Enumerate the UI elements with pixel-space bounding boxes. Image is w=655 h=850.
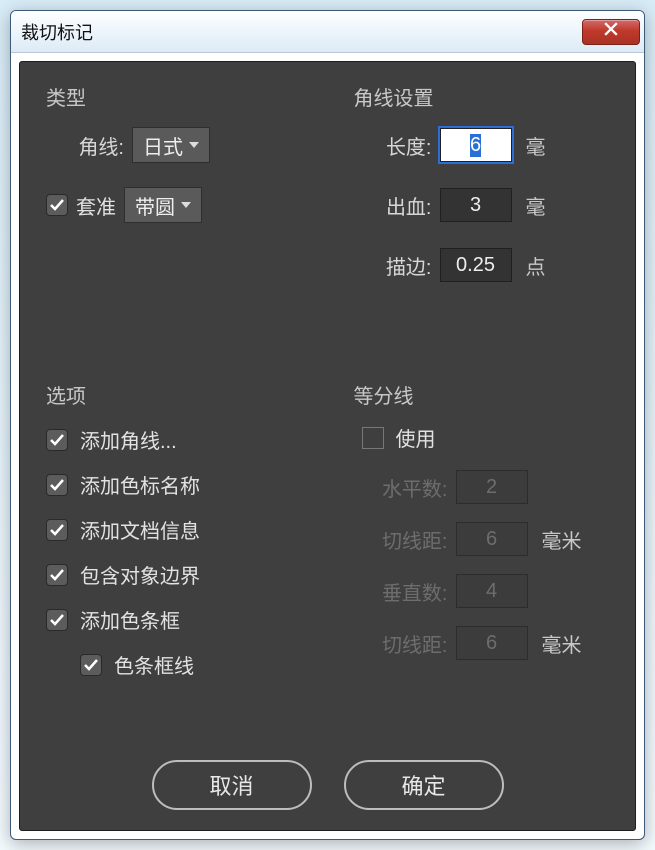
register-style-select[interactable]: 带圆: [124, 187, 202, 223]
stroke-unit: 点: [526, 251, 546, 280]
register-checkbox[interactable]: [46, 194, 68, 216]
dialog-body: 类型 角线: 日式 套准 带圆: [19, 61, 636, 831]
bleed-input[interactable]: [440, 188, 512, 222]
stroke-label: 描边:: [354, 251, 432, 280]
v-dist-input: [456, 626, 528, 660]
cancel-button[interactable]: 取消: [152, 760, 312, 810]
ok-button-label: 确定: [401, 769, 445, 801]
register-label: 套准: [76, 191, 116, 220]
include-bounds-checkbox[interactable]: [46, 564, 68, 586]
titlebar: 裁切标记: [11, 11, 644, 53]
h-count-input: [456, 470, 528, 504]
panel-title-corner-settings: 角线设置: [354, 82, 622, 111]
close-button[interactable]: [582, 19, 640, 45]
length-input[interactable]: [440, 128, 512, 162]
add-doc-info-label: 添加文档信息: [80, 515, 200, 544]
type-panel: 类型 角线: 日式 套准 带圆: [20, 62, 328, 360]
panel-title-type: 类型: [46, 82, 314, 111]
bleed-label: 出血:: [354, 191, 432, 220]
chevron-down-icon: [189, 142, 199, 148]
corner-style-select[interactable]: 日式: [132, 127, 210, 163]
colorbar-lines-label: 色条框线: [114, 650, 194, 679]
add-colorbar-label: 添加色条框: [80, 605, 180, 634]
h-count-label: 水平数:: [354, 473, 448, 502]
h-dist-input: [456, 522, 528, 556]
h-dist-unit: 毫米: [542, 525, 582, 554]
division-panel: 等分线 使用 水平数: 切线距: 毫米 垂直数:: [328, 360, 636, 750]
register-style-value: 带圆: [135, 191, 175, 220]
add-swatch-name-checkbox[interactable]: [46, 474, 68, 496]
add-doc-info-checkbox[interactable]: [46, 519, 68, 541]
crop-marks-dialog: 裁切标记 类型 角线: 日式: [10, 10, 645, 840]
close-icon: [604, 22, 618, 41]
length-label: 长度:: [354, 131, 432, 160]
window-title: 裁切标记: [21, 19, 582, 45]
use-division-checkbox[interactable]: [362, 427, 384, 449]
corner-style-value: 日式: [143, 131, 183, 160]
options-panel: 选项 添加角线... 添加色标名称 添: [20, 360, 328, 750]
bleed-unit: 毫: [526, 191, 546, 220]
panel-title-division: 等分线: [354, 380, 622, 409]
v-dist-unit: 毫米: [542, 629, 582, 658]
dialog-footer: 取消 确定: [20, 760, 635, 810]
ok-button[interactable]: 确定: [344, 760, 504, 810]
add-corner-checkbox[interactable]: [46, 429, 68, 451]
v-dist-label: 切线距:: [354, 629, 448, 658]
panel-title-options: 选项: [46, 380, 314, 409]
h-dist-label: 切线距:: [354, 525, 448, 554]
include-bounds-label: 包含对象边界: [80, 560, 200, 589]
cancel-button-label: 取消: [209, 769, 253, 801]
chevron-down-icon: [181, 202, 191, 208]
use-division-label: 使用: [396, 423, 436, 452]
stroke-input[interactable]: [440, 248, 512, 282]
length-unit: 毫: [526, 131, 546, 160]
v-count-label: 垂直数:: [354, 577, 448, 606]
add-colorbar-checkbox[interactable]: [46, 609, 68, 631]
corner-settings-panel: 角线设置 长度: 毫 出血: 毫 描边: 点: [328, 62, 636, 360]
add-swatch-name-label: 添加色标名称: [80, 470, 200, 499]
colorbar-lines-checkbox[interactable]: [80, 654, 102, 676]
corner-style-label: 角线:: [46, 131, 124, 160]
add-corner-label: 添加角线...: [80, 425, 177, 454]
v-count-input: [456, 574, 528, 608]
